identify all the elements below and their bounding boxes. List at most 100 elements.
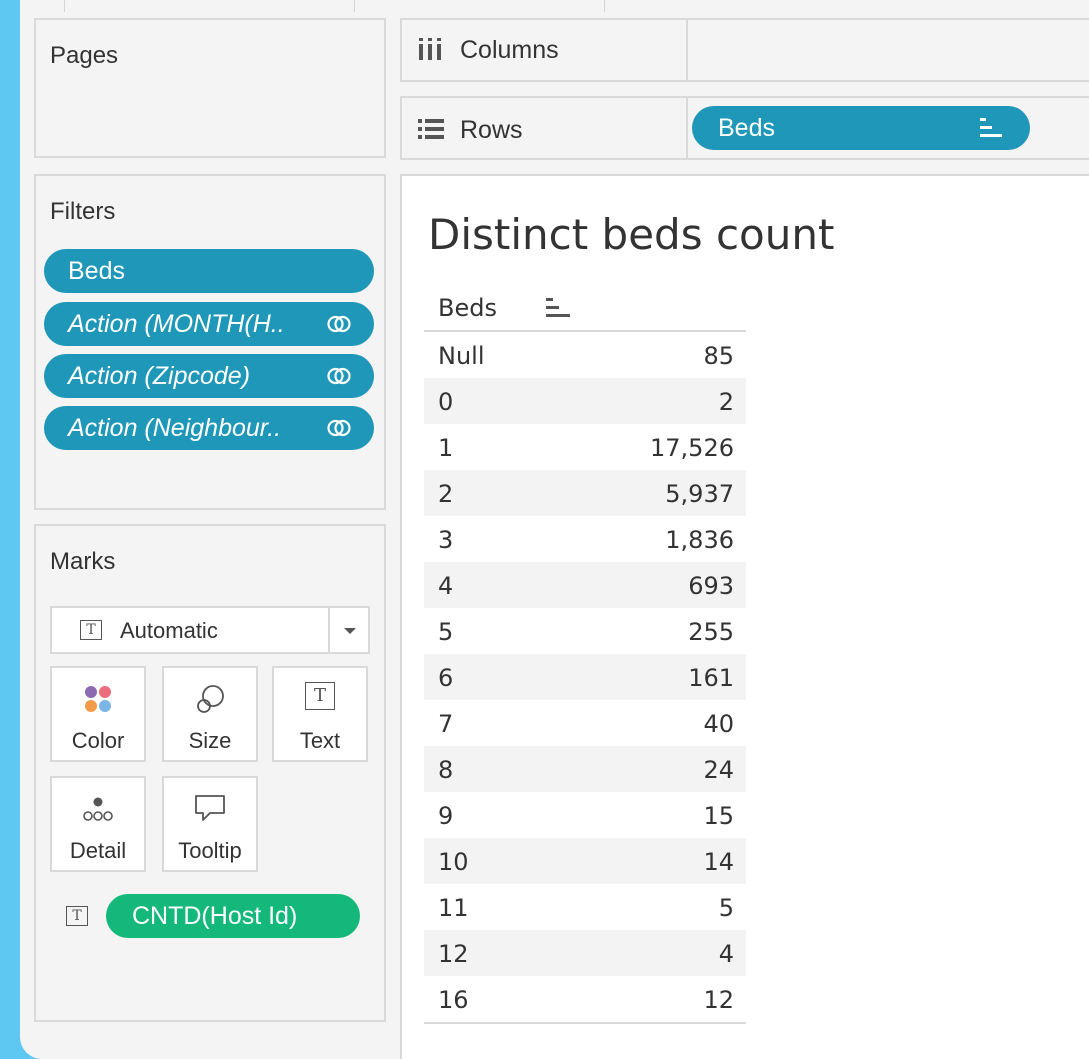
tooltip-label: Tooltip	[178, 838, 242, 863]
table-row[interactable]: 3 1,836	[424, 516, 746, 562]
filter-pill-action-neighbourhood[interactable]: Action (Neighbour..	[44, 406, 374, 450]
workspace: Pages Filters Beds Action (MONTH(H.. Act…	[20, 0, 1089, 1059]
row-key: 11	[438, 894, 469, 922]
row-value: 85	[703, 342, 734, 370]
row-key: Null	[438, 342, 485, 370]
columns-icon	[419, 38, 441, 60]
size-icon	[197, 685, 224, 713]
crosstab: Beds Null 85 0 2 1 17,526 2 5,937 3 1,836 4 693 5 255…	[424, 286, 746, 1024]
table-row[interactable]: Null 85	[424, 332, 746, 378]
table-row[interactable]: 4 693	[424, 562, 746, 608]
table-row[interactable]: 5 255	[424, 608, 746, 654]
marks-card[interactable]: Marks	[34, 524, 386, 1022]
chevron-down-icon[interactable]	[342, 626, 358, 636]
mark-type-label: Automatic	[120, 618, 218, 643]
column-header-label: Beds	[438, 294, 497, 322]
mark-type-dropdown[interactable]: T Automatic	[50, 606, 370, 654]
table-row[interactable]: 1 17,526	[424, 424, 746, 470]
filter-pill-beds[interactable]: Beds	[44, 249, 374, 293]
row-value: 17,526	[650, 434, 734, 462]
field-text-icon: T	[66, 906, 88, 926]
rows-label: Rows	[460, 116, 523, 144]
detail-button[interactable]: Detail	[50, 776, 146, 872]
row-value: 14	[703, 848, 734, 876]
row-key: 10	[438, 848, 469, 876]
row-value: 15	[703, 802, 734, 830]
row-value: 5	[718, 894, 734, 922]
rows-pill-label: Beds	[718, 114, 775, 142]
table-row[interactable]: 7 40	[424, 700, 746, 746]
measure-pill-label: CNTD(Host Id)	[132, 902, 298, 930]
view-title: Distinct beds count	[428, 210, 835, 259]
link-icon	[327, 419, 351, 437]
pages-title: Pages	[50, 42, 119, 69]
text-icon: T	[305, 682, 335, 710]
filter-pill-label: Action (Zipcode)	[68, 362, 251, 390]
table-row[interactable]: 2 5,937	[424, 470, 746, 516]
sort-icon[interactable]	[546, 298, 570, 318]
sort-icon[interactable]	[980, 118, 1002, 138]
table-row[interactable]: 6 161	[424, 654, 746, 700]
row-value: 1,836	[665, 526, 734, 554]
row-value: 2	[718, 388, 734, 416]
marks-title: Marks	[50, 548, 116, 575]
color-icon	[85, 686, 111, 712]
row-value: 40	[703, 710, 734, 738]
row-value: 255	[688, 618, 734, 646]
row-key: 0	[438, 388, 454, 416]
row-value: 24	[703, 756, 734, 784]
table-body: Null 85 0 2 1 17,526 2 5,937 3 1,836 4 693 5 255 6 161 7…	[424, 332, 746, 1022]
table-row[interactable]: 10 14	[424, 838, 746, 884]
row-key: 12	[438, 940, 469, 968]
table-row[interactable]: 02	[424, 378, 746, 424]
rows-icon	[418, 119, 444, 139]
pages-card[interactable]: Pages	[34, 18, 386, 158]
tooltip-button[interactable]: Tooltip	[162, 776, 258, 872]
row-key: 8	[438, 756, 454, 784]
view-canvas[interactable]: Distinct beds count Beds Null 85 0 2 1 17,526…	[400, 174, 1089, 1059]
color-label: Color	[71, 728, 125, 753]
table-row[interactable]: 11 5	[424, 884, 746, 930]
filters-title: Filters	[50, 198, 116, 225]
rows-pill-beds[interactable]: Beds	[692, 106, 1030, 150]
row-key: 7	[438, 710, 454, 738]
table-row[interactable]: 12 4	[424, 930, 746, 976]
row-key: 6	[438, 664, 454, 692]
row-key: 16	[438, 986, 469, 1014]
link-icon	[327, 367, 351, 385]
column-header[interactable]: Beds	[424, 286, 746, 332]
text-mark-icon: T	[80, 620, 102, 640]
detail-label: Detail	[69, 838, 127, 863]
row-value: 5,937	[665, 480, 734, 508]
measure-pill-cntd-host-id[interactable]: CNTD(Host Id)	[106, 894, 360, 938]
table-row[interactable]: 9 15	[424, 792, 746, 838]
size-label: Size	[188, 728, 232, 753]
filter-pill-action-month[interactable]: Action (MONTH(H..	[44, 302, 374, 346]
row-value: 12	[703, 986, 734, 1014]
table-row[interactable]: 16 12	[424, 976, 746, 1022]
row-key: 5	[438, 618, 454, 646]
row-key: 9	[438, 802, 454, 830]
row-key: 2	[438, 480, 454, 508]
row-value: 161	[688, 664, 734, 692]
filter-pill-label: Action (Neighbour..	[68, 414, 282, 442]
filter-pill-label: Beds	[68, 257, 125, 285]
columns-label: Columns	[460, 36, 559, 64]
color-button[interactable]: Color	[50, 666, 146, 762]
row-key: 4	[438, 572, 454, 600]
text-label: Text	[299, 728, 341, 753]
row-value: 693	[688, 572, 734, 600]
columns-shelf[interactable]: Columns	[400, 18, 1089, 82]
filter-pill-label: Action (MONTH(H..	[68, 310, 285, 338]
filter-pill-action-zipcode[interactable]: Action (Zipcode)	[44, 354, 374, 398]
top-strip	[20, 0, 1089, 14]
table-row[interactable]: 8 24	[424, 746, 746, 792]
link-icon	[327, 315, 351, 333]
row-key: 1	[438, 434, 454, 462]
size-button[interactable]: Size	[162, 666, 258, 762]
text-button[interactable]: T Text	[272, 666, 368, 762]
row-value: 4	[718, 940, 734, 968]
row-key: 3	[438, 526, 454, 554]
detail-icon	[83, 797, 113, 821]
tooltip-icon	[195, 795, 225, 821]
